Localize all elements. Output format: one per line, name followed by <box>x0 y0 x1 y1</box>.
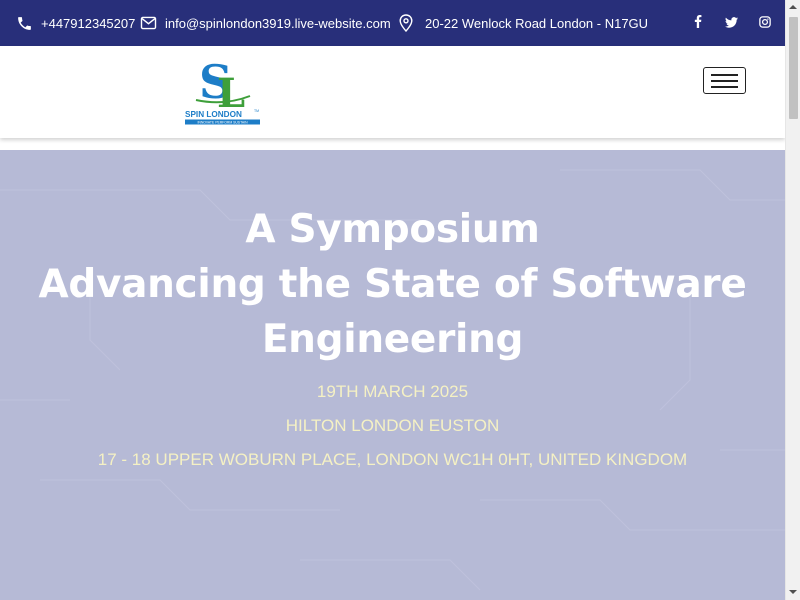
site-header: S L SPIN LONDON TM INNOVATE PERFORM SUST… <box>0 46 785 138</box>
instagram-link[interactable] <box>755 0 775 46</box>
event-venue: HILTON LONDON EUSTON <box>285 416 500 435</box>
phone-icon <box>15 14 33 32</box>
logo-tagline: INNOVATE PERFORM SUSTAIN <box>197 121 248 125</box>
hero-title-line-3: Engineering <box>261 317 524 362</box>
viewport-content: +447912345207 info@spinlondon3919.live-w… <box>0 0 785 600</box>
event-address: 17 - 18 UPPER WOBURN PLACE, LONDON WC1H … <box>97 450 688 469</box>
top-contact-bar: +447912345207 info@spinlondon3919.live-w… <box>0 0 785 46</box>
hamburger-line <box>711 85 738 88</box>
scrollbar-thumb[interactable] <box>789 17 798 119</box>
hamburger-line <box>711 79 738 82</box>
scroll-down-arrow-icon[interactable] <box>789 590 797 594</box>
twitter-icon <box>724 16 738 31</box>
vertical-scrollbar[interactable] <box>785 0 800 600</box>
menu-toggle-button[interactable] <box>703 67 746 94</box>
address-contact: 20-22 Wenlock Road London - N17GU <box>397 0 648 46</box>
event-date: 19TH MARCH 2025 <box>316 382 469 401</box>
map-pin-icon <box>397 14 415 32</box>
facebook-icon <box>694 15 702 31</box>
phone-contact[interactable]: +447912345207 <box>15 0 135 46</box>
envelope-icon <box>139 14 157 32</box>
hero-title: A Symposium Advancing the State of Softw… <box>0 202 785 367</box>
spin-london-logo[interactable]: S L SPIN LONDON TM INNOVATE PERFORM SUST… <box>184 55 264 128</box>
street-address: 20-22 Wenlock Road London - N17GU <box>425 15 649 31</box>
instagram-icon <box>759 15 771 31</box>
scroll-up-arrow-icon[interactable] <box>789 5 797 9</box>
hero-title-line-1: A Symposium <box>245 207 540 252</box>
email-address[interactable]: info@spinlondon3919.live-website.com <box>165 16 391 31</box>
phone-number[interactable]: +447912345207 <box>41 16 135 31</box>
facebook-link[interactable] <box>688 0 708 46</box>
logo-trademark: TM <box>254 109 259 113</box>
hero-title-line-2: Advancing the State of Software <box>38 262 747 307</box>
twitter-link[interactable] <box>721 0 741 46</box>
page: +447912345207 info@spinlondon3919.live-w… <box>0 0 800 600</box>
logo-wordmark: SPIN LONDON <box>185 110 242 119</box>
email-contact[interactable]: info@spinlondon3919.live-website.com <box>139 0 391 46</box>
hamburger-line <box>711 73 738 76</box>
hero-banner: A Symposium Advancing the State of Softw… <box>0 150 785 600</box>
